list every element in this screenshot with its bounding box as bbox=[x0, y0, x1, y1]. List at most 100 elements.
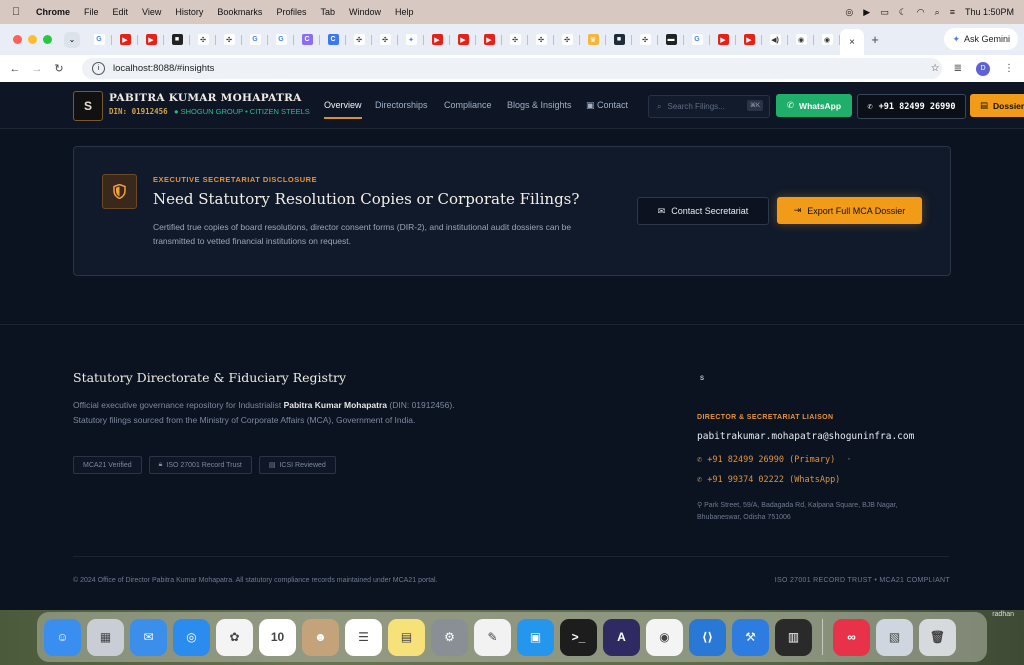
browser-tab[interactable]: G bbox=[242, 28, 268, 52]
ask-gemini-button[interactable]: ✦ Ask Gemini bbox=[944, 28, 1018, 50]
contact-secretariat-button[interactable]: ✉ Contact Secretariat bbox=[637, 197, 769, 225]
browser-tab[interactable]: C bbox=[294, 28, 320, 52]
notes-app-icon[interactable]: ▤ bbox=[388, 618, 425, 656]
nav-overview[interactable]: Overview bbox=[324, 100, 362, 110]
browser-tab[interactable]: ■ bbox=[606, 28, 632, 52]
browser-tab[interactable]: ▬ bbox=[658, 28, 684, 52]
active-tab[interactable]: × bbox=[840, 29, 864, 55]
menu-history[interactable]: History bbox=[175, 7, 203, 17]
browser-tab[interactable]: ▶ bbox=[476, 28, 502, 52]
browser-tab[interactable]: ◉ bbox=[814, 28, 840, 52]
minimize-window-button[interactable] bbox=[28, 35, 37, 44]
more-menu-icon[interactable]: ⋮ bbox=[1004, 63, 1014, 74]
menu-tab[interactable]: Tab bbox=[320, 7, 335, 17]
browser-tab[interactable]: ▶ bbox=[138, 28, 164, 52]
nav-compliance[interactable]: Compliance bbox=[444, 100, 492, 110]
browser-tab[interactable]: ▶ bbox=[710, 28, 736, 52]
trash-app-icon[interactable]: 🗑 bbox=[919, 618, 956, 656]
photos-app-icon[interactable]: ✿ bbox=[216, 618, 253, 656]
settings-app-icon[interactable]: ⚙ bbox=[431, 618, 468, 656]
preview-app-icon[interactable]: ▧ bbox=[876, 618, 913, 656]
phone-button[interactable]: ✆ +91 82499 26990 bbox=[857, 94, 966, 119]
battery-icon[interactable]: ▭ bbox=[880, 7, 889, 18]
menu-view[interactable]: View bbox=[142, 7, 161, 17]
back-arrow-icon[interactable]: ← bbox=[4, 63, 26, 75]
browser-tab[interactable]: ■ bbox=[164, 28, 190, 52]
browser-tab[interactable]: ✣ bbox=[190, 28, 216, 52]
brand-logo[interactable]: S bbox=[73, 91, 103, 121]
reload-icon[interactable]: ↻ bbox=[48, 62, 70, 75]
bookmark-star-icon[interactable]: ☆ bbox=[931, 63, 940, 74]
filings-search-input[interactable]: ⌕ Search Filings... ⌘K bbox=[648, 95, 770, 118]
browser-tab[interactable]: C bbox=[320, 28, 346, 52]
tab-search-dropdown-icon[interactable]: ⌄ bbox=[64, 31, 80, 48]
browser-tab[interactable]: G bbox=[684, 28, 710, 52]
chrome-app-icon[interactable]: ◉ bbox=[646, 618, 683, 656]
new-tab-button[interactable]: + bbox=[864, 29, 886, 51]
moon-icon[interactable]: ☾ bbox=[899, 7, 907, 18]
search-spotlight-icon[interactable]: ⌕ bbox=[935, 7, 940, 18]
profile-avatar[interactable]: D bbox=[976, 61, 990, 76]
browser-tab[interactable]: ✣ bbox=[216, 28, 242, 52]
arc-app-icon[interactable]: A bbox=[603, 618, 640, 656]
browser-tab[interactable]: ✣ bbox=[372, 28, 398, 52]
whatsapp-phone-link[interactable]: ✆ +91 99374 02222 (WhatsApp) bbox=[697, 475, 840, 485]
wifi-icon[interactable]: ◠ bbox=[917, 7, 925, 18]
close-tab-icon[interactable]: × bbox=[849, 37, 855, 48]
menu-help[interactable]: Help bbox=[395, 7, 414, 17]
docker-app-icon[interactable]: ▣ bbox=[517, 618, 554, 656]
browser-tab[interactable]: G bbox=[268, 28, 294, 52]
menu-edit[interactable]: Edit bbox=[113, 7, 129, 17]
xcode-app-icon[interactable]: ⚒ bbox=[732, 618, 769, 656]
menu-window[interactable]: Window bbox=[349, 7, 381, 17]
browser-tab[interactable]: ▶ bbox=[112, 28, 138, 52]
browser-tab[interactable]: G bbox=[86, 28, 112, 52]
browser-tab[interactable]: ✦ bbox=[398, 28, 424, 52]
forward-arrow-icon[interactable]: → bbox=[26, 63, 48, 75]
nav-contact[interactable]: ▣ Contact bbox=[586, 100, 628, 111]
creative-cloud-status-icon[interactable]: ◎ bbox=[845, 7, 853, 18]
browser-tab[interactable]: ▶ bbox=[736, 28, 762, 52]
play-status-icon[interactable]: ▶ bbox=[863, 7, 870, 18]
whatsapp-button[interactable]: ✆ WhatsApp bbox=[776, 94, 852, 117]
console-app-icon[interactable]: ▥ bbox=[775, 618, 812, 656]
browser-tab[interactable]: ♛ bbox=[580, 28, 606, 52]
control-center-icon[interactable]: ≡ bbox=[950, 7, 955, 17]
nav-directorships[interactable]: Directorships bbox=[375, 100, 428, 110]
browser-tab[interactable]: ✣ bbox=[554, 28, 580, 52]
browser-tab[interactable]: ✣ bbox=[528, 28, 554, 52]
browser-tab[interactable]: ▶ bbox=[450, 28, 476, 52]
creative-cloud-app-icon[interactable]: ∞ bbox=[833, 618, 870, 656]
site-info-icon[interactable]: i bbox=[92, 62, 105, 75]
reminders-app-icon[interactable]: ☰ bbox=[345, 618, 382, 656]
url-text[interactable]: localhost:8088/#insights bbox=[113, 63, 214, 74]
mail-app-icon[interactable]: ✉ bbox=[130, 618, 167, 656]
menubar-clock[interactable]: Thu 1:50PM bbox=[965, 7, 1014, 17]
vscode-app-icon[interactable]: ⟨⟩ bbox=[689, 618, 726, 656]
browser-tab[interactable]: ✣ bbox=[632, 28, 658, 52]
address-bar[interactable]: i localhost:8088/#insights bbox=[82, 58, 942, 79]
liaison-email-link[interactable]: pabitrakumar.mohapatra@shoguninfra.com bbox=[697, 431, 914, 442]
menu-profiles[interactable]: Profiles bbox=[276, 7, 306, 17]
menu-file[interactable]: File bbox=[84, 7, 99, 17]
finder-app-icon[interactable]: ☺ bbox=[44, 618, 81, 656]
apple-icon[interactable]:  bbox=[12, 6, 24, 18]
browser-tab[interactable]: ▶ bbox=[424, 28, 450, 52]
launchpad-app-icon[interactable]: ▦ bbox=[87, 618, 124, 656]
browser-tab[interactable]: ✣ bbox=[346, 28, 372, 52]
terminal-app-icon[interactable]: >_ bbox=[560, 618, 597, 656]
reading-list-icon[interactable]: ≣ bbox=[954, 63, 962, 74]
brand-name[interactable]: PABITRA KUMAR MOHAPATRA bbox=[109, 92, 302, 104]
zoom-window-button[interactable] bbox=[43, 35, 52, 44]
calendar-app-icon[interactable]: 10 bbox=[259, 618, 296, 656]
textedit-app-icon[interactable]: ✎ bbox=[474, 618, 511, 656]
safari-app-icon[interactable]: ◎ bbox=[173, 618, 210, 656]
menu-app-name[interactable]: Chrome bbox=[36, 7, 70, 17]
primary-phone-link[interactable]: ✆ +91 82499 26990 (Primary) · bbox=[697, 455, 851, 465]
browser-tab[interactable]: ◀) bbox=[762, 28, 788, 52]
contacts-app-icon[interactable]: ☻ bbox=[302, 618, 339, 656]
dossier-button[interactable]: ▤ Dossier bbox=[970, 94, 1024, 117]
browser-tab[interactable]: ◉ bbox=[788, 28, 814, 52]
close-window-button[interactable] bbox=[13, 35, 22, 44]
browser-tab[interactable]: ✣ bbox=[502, 28, 528, 52]
